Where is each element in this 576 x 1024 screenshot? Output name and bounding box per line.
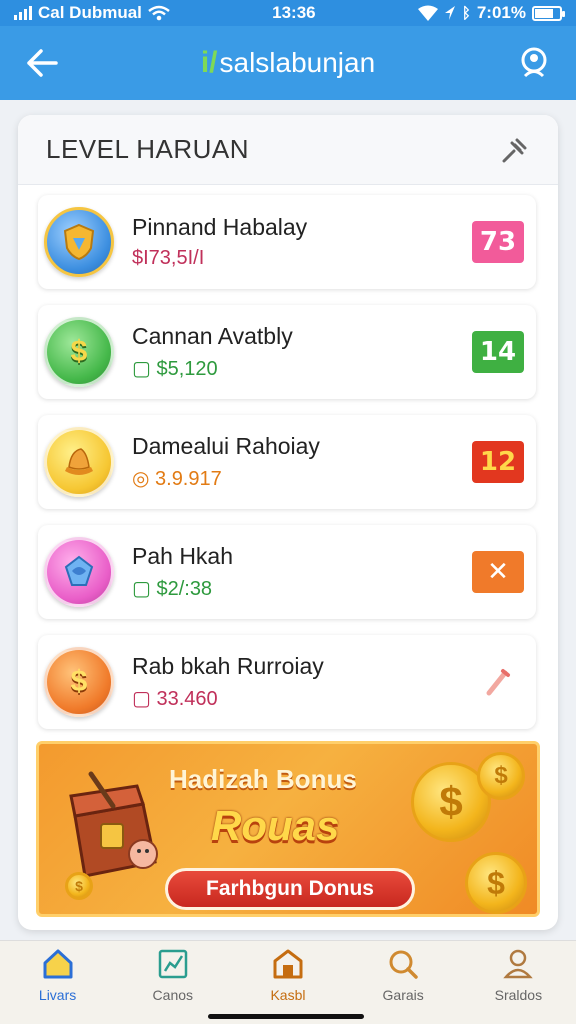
treasure-chest-icon (69, 771, 158, 878)
bluetooth-icon: ᛒ (461, 4, 471, 22)
list-item[interactable]: $ Cannan Avatbly ▢ $5,120 14 (38, 305, 536, 399)
home-icon (43, 949, 73, 979)
carrier-name: Cal Dubmual (38, 3, 142, 22)
bottom-nav: Livars Canos Kasbl Garais Sraldos (0, 940, 576, 1024)
item-name: Pinnand Habalay (132, 214, 308, 240)
coin-glyph: $ (70, 665, 88, 698)
user-search-icon (521, 47, 547, 78)
nav-label: Livars (38, 987, 77, 1003)
level-card: LEVEL HARUAN Pinnand Habalay $I73,5I/I 7… (18, 115, 558, 930)
item-name: Pah Hkah (132, 543, 234, 569)
app-logo-icon: i/ (200, 46, 218, 79)
back-arrow-icon (27, 49, 58, 77)
gold-coin-icon: $ (65, 872, 93, 900)
nav-item-chart[interactable]: Canos (123, 947, 223, 1024)
nav-item-home[interactable]: Livars (8, 947, 108, 1024)
level-list: Pinnand Habalay $I73,5I/I 73 $ Cannan Av… (38, 195, 536, 745)
wifi-icon (417, 5, 438, 21)
bonus-banner[interactable]: Hadizah Bonus Rouas Farhbgun Donus $ $ $… (36, 741, 540, 917)
page-title: i/ salslabunjan (201, 46, 375, 80)
signal-icon (14, 6, 32, 20)
item-value: ▢ $5,120 (132, 358, 218, 380)
profile-icon (503, 949, 534, 979)
level-badge: 73 (472, 221, 524, 263)
nav-item-profile[interactable]: Sraldos (468, 947, 568, 1024)
item-name: Cannan Avatbly (132, 323, 293, 349)
nav-label: Kasbl (270, 987, 306, 1003)
chart-icon (158, 949, 188, 979)
item-value: ◎ 3.9.917 (132, 468, 222, 490)
item-value: $I73,5I/I (132, 247, 205, 269)
item-name: Rab bkah Rurroiay (132, 653, 324, 679)
banner-heading: Hadizah Bonus (169, 764, 357, 794)
clock: 13:36 (272, 3, 316, 22)
gold-coin-icon: $ (477, 752, 525, 800)
wifi-icon (148, 5, 170, 21)
home-indicator[interactable] (208, 1014, 364, 1019)
dollar-coin-icon: $ (44, 647, 114, 717)
nav-label: Garais (382, 987, 424, 1003)
list-item[interactable]: Pah Hkah ▢ $2/:38 ✕ (38, 525, 536, 619)
battery-percent: 7:01% (476, 3, 526, 22)
pin-icon[interactable] (500, 135, 530, 165)
app-bar: i/ salslabunjan (0, 26, 576, 100)
battery-icon (531, 5, 565, 21)
back-button[interactable] (20, 41, 64, 85)
profile-search-button[interactable] (512, 41, 556, 85)
claim-bonus-button[interactable]: Farhbgun Donus (165, 868, 415, 910)
nav-item-shop[interactable]: Kasbl (238, 947, 338, 1024)
nav-label: Sraldos (494, 987, 543, 1003)
banner-title: Rouas (211, 802, 340, 849)
location-icon (444, 6, 455, 20)
item-value: ▢ 33.460 (132, 688, 218, 710)
list-item[interactable]: Damealui Rahoiay ◎ 3.9.917 12 (38, 415, 536, 509)
nav-item-search[interactable]: Garais (353, 947, 453, 1024)
level-badge: 14 (472, 331, 524, 373)
status-bar: Cal Dubmual 13:36 ᛒ 7:01% (0, 0, 576, 26)
gold-coin-icon: $ (465, 852, 527, 914)
card-title: LEVEL HARUAN (46, 134, 249, 164)
nav-label: Canos (152, 987, 194, 1003)
list-item[interactable]: $ Rab bkah Rurroiay ▢ 33.460 (38, 635, 536, 729)
pencil-icon[interactable] (472, 661, 524, 703)
coin-glyph: $ (70, 335, 88, 368)
shield-icon (44, 207, 114, 277)
hat-icon (44, 427, 114, 497)
item-name: Damealui Rahoiay (132, 433, 320, 459)
dollar-coin-icon: $ (44, 317, 114, 387)
item-value: ▢ $2/:38 (132, 578, 213, 600)
search-icon (389, 950, 418, 979)
close-badge[interactable]: ✕ (472, 551, 524, 593)
card-header: LEVEL HARUAN (18, 115, 558, 185)
gem-icon (44, 537, 114, 607)
shop-icon (273, 949, 303, 979)
level-badge: 12 (472, 441, 524, 483)
app-title-text: salslabunjan (219, 47, 376, 78)
list-item[interactable]: Pinnand Habalay $I73,5I/I 73 (38, 195, 536, 289)
